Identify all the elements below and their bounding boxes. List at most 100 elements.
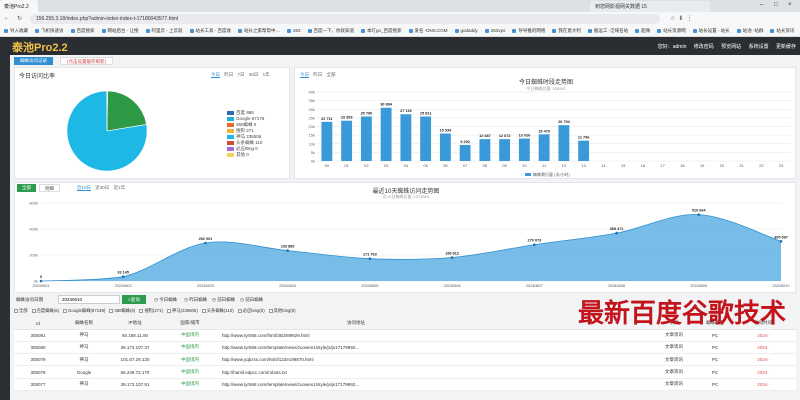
hourly-bar[interactable] <box>578 140 590 161</box>
hourly-bar[interactable] <box>479 139 491 161</box>
trend-point[interactable] <box>450 256 454 259</box>
maximize-icon[interactable]: □ <box>774 2 778 8</box>
link-yesterday[interactable]: ◷ 昨日蜘蛛 <box>184 297 207 303</box>
bookmark-item[interactable]: 站长之家帮帮中… <box>238 28 280 34</box>
bookmark-item[interactable]: 我在意大利 <box>552 28 581 34</box>
bookmark-item[interactable]: 站长工具 - 百度收 <box>189 28 231 34</box>
nav-link-cache[interactable]: 更新缓存 <box>776 44 796 50</box>
hourly-bar[interactable] <box>400 114 412 161</box>
hourly-bar[interactable] <box>558 125 570 161</box>
extension-icons[interactable]: ☆⬇⋮ <box>670 15 695 22</box>
bookmark-item[interactable]: godaddy <box>454 28 478 33</box>
filter-option[interactable]: 全部 <box>14 308 28 314</box>
bookmark-item[interactable]: 网站后台 - 让搜 <box>101 28 139 34</box>
trend-point[interactable] <box>368 257 372 260</box>
date-input[interactable] <box>58 295 120 304</box>
bookmark-item[interactable]: 搬运工 -泛域名站 <box>587 28 628 34</box>
filter-checkbox[interactable] <box>237 308 242 313</box>
hourly-bar[interactable] <box>439 133 451 161</box>
table-cell[interactable]: http://hamil.edpcc.com/robots.txt <box>216 365 496 379</box>
back-icon[interactable]: ← <box>4 15 10 21</box>
filter-option[interactable]: 必应bing(0) <box>237 308 265 314</box>
hourly-bar[interactable] <box>538 134 550 161</box>
bookmark-item[interactable]: 263vps <box>484 28 505 33</box>
table-cell[interactable]: http://www.tyr568.com/template/news/zuow… <box>216 378 496 391</box>
filter-checkbox[interactable] <box>139 308 144 313</box>
tab-spider-log[interactable]: 蜘蛛访问记录 <box>14 57 53 65</box>
nav-link-password[interactable]: 修改密码 <box>694 44 714 50</box>
trend-point[interactable] <box>286 249 289 252</box>
reload-icon[interactable]: ↻ <box>17 15 22 22</box>
filter-checkbox[interactable] <box>63 308 68 313</box>
bookmark-item[interactable]: 超微 <box>635 28 650 34</box>
trend-point[interactable] <box>697 213 701 216</box>
pie-legend-item[interactable]: 其他 0 <box>227 152 264 158</box>
bookmark-item[interactable]: 百度搜索 <box>70 28 95 34</box>
browser-tab-active[interactable]: 泰池Pro2.2 <box>0 0 38 12</box>
table-cell[interactable]: http://www.yqbzss.com/html/122e199870.ht… <box>216 353 496 367</box>
bookmark-item[interactable]: 百度一下，你就知道 <box>307 28 354 34</box>
bookmark-item[interactable]: 站长设置 - 站长 <box>692 28 730 34</box>
hourly-bar[interactable] <box>380 107 392 161</box>
trend-point[interactable] <box>533 243 536 247</box>
table-row[interactable]: 305077 神马 39.173.107.91 中国境内 http://www.tyr5… <box>14 378 796 391</box>
link-before-yesterday-2[interactable]: ◷ 前日蜘蛛 <box>240 297 263 303</box>
table-row[interactable]: 305079 神马 101.67.29.120 中国境内 http://www.yqbz… <box>14 353 796 367</box>
filter-option[interactable]: 百度蜘蛛(6) <box>31 308 59 314</box>
bookmark-item[interactable]: 263 <box>287 28 301 33</box>
url-input[interactable]: 156.255.3.18/index.php?admin-index-index… <box>30 14 660 24</box>
trend-point[interactable] <box>204 241 207 245</box>
bookmark-label: 超微 <box>641 28 651 33</box>
filter-option[interactable]: 其他bing(0) <box>268 308 296 314</box>
filter-option[interactable]: 360蜘蛛(0) <box>109 308 135 314</box>
link-before-yesterday[interactable]: ◷ 前日蜘蛛 <box>212 297 235 303</box>
hourly-bar[interactable] <box>420 116 432 161</box>
bookmark-item[interactable]: 站长资讯 <box>770 28 794 34</box>
minimize-icon[interactable]: – <box>760 2 763 8</box>
filter-checkbox[interactable] <box>109 308 114 313</box>
filter-option[interactable]: 头条蜘蛛(110) <box>201 308 234 314</box>
trend-point[interactable] <box>39 279 43 283</box>
filter-checkbox[interactable] <box>201 308 206 313</box>
bookmark-item[interactable]: 飞机快速访 <box>35 28 64 34</box>
bookmark-item[interactable]: 导入收藏 <box>4 28 28 34</box>
bookmark-icon <box>484 28 489 33</box>
hourly-bar[interactable] <box>341 120 353 161</box>
bookmark-label: 263 <box>293 28 301 33</box>
hourly-bar[interactable] <box>499 139 511 161</box>
close-icon[interactable]: × <box>788 2 792 8</box>
table-row[interactable]: 305081 神马 60.188.11.90 中国境内 http://www.tyr56… <box>14 329 796 342</box>
browser-tab-other[interactable]: 到您网影视网关数据 15 <box>590 1 710 12</box>
tab-cache-refresh[interactable]: (点击设置缓存刷新) <box>60 57 113 65</box>
filter-option[interactable]: 神马(236506) <box>166 308 198 314</box>
link-today[interactable]: ◷ 今日蜘蛛 <box>154 297 177 303</box>
query-button[interactable]: ⌕查询 <box>122 295 146 304</box>
filter-option[interactable]: 搜狗(271) <box>139 308 163 314</box>
hourly-bar[interactable] <box>518 138 530 161</box>
bookmark-item[interactable]: 站池 -站群 <box>736 28 763 34</box>
bookmark-item[interactable]: 站长资源网 <box>657 28 686 34</box>
table-row[interactable]: 305078 Google 66.249.72.170 中国境内 http://hami… <box>14 365 796 379</box>
filter-checkbox[interactable] <box>14 308 18 313</box>
pie-slice-1[interactable] <box>106 90 147 132</box>
trend-point[interactable] <box>779 240 783 243</box>
nav-link-settings[interactable]: 系统设置 <box>749 44 769 50</box>
hourly-bar[interactable] <box>459 144 471 161</box>
hourly-bar[interactable] <box>360 116 372 161</box>
trend-point[interactable] <box>615 231 618 235</box>
trend-point[interactable] <box>121 275 125 278</box>
hourly-bar[interactable] <box>321 121 333 161</box>
nav-link-preview[interactable]: 预览网站 <box>721 44 741 50</box>
table-cell: 中国境内 <box>164 341 216 355</box>
filter-checkbox[interactable] <box>31 308 36 313</box>
table-cell[interactable]: http://www.tyr568.com/html/30d499929.htm… <box>216 329 496 342</box>
table-cell[interactable]: http://www.tyr568.com/template/news/zuow… <box>216 341 496 355</box>
table-row[interactable]: 305080 神马 39.173.107.37 中国境内 http://www.tyr5… <box>14 341 796 355</box>
bookmark-item[interactable]: 爱名 -DNS.COM <box>408 28 448 34</box>
filter-option[interactable]: Google蜘蛛(87148) <box>63 308 105 314</box>
filter-checkbox[interactable] <box>268 308 273 313</box>
bookmark-item[interactable]: 阿里云 - 上云就 <box>145 28 183 34</box>
filter-checkbox[interactable] <box>166 308 171 313</box>
bookmark-item[interactable]: 导导推的网络 <box>512 28 545 34</box>
bookmark-item[interactable]: 本叮go_百度搜索 <box>361 28 402 34</box>
